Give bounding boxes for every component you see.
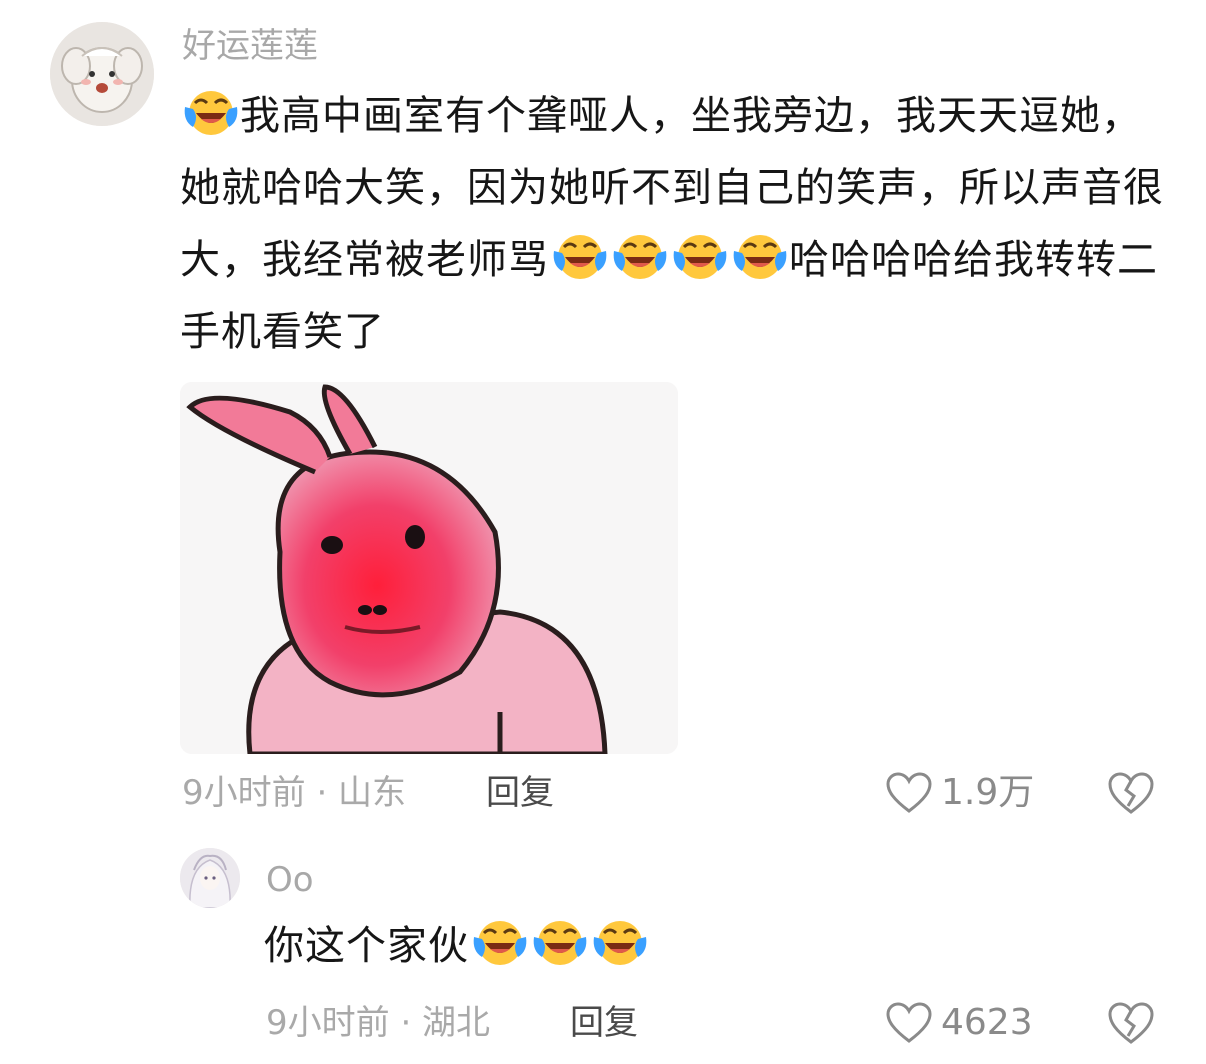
comment-meta: 9小时前 · 湖北 回复 4623 [0, 998, 1206, 1048]
laughing-crying-emoji-icon [670, 231, 728, 283]
laughing-crying-emoji-icon [470, 917, 528, 969]
laughing-crying-emoji-icon [181, 87, 239, 139]
time-location: 9小时前 · 山东 [182, 773, 407, 813]
comment-text: 你这个家伙 [264, 910, 1164, 982]
avatar[interactable] [180, 848, 240, 908]
broken-heart-icon [1108, 772, 1154, 814]
dislike-button[interactable] [1106, 1000, 1156, 1046]
like-count: 1.9万 [941, 772, 1035, 813]
reply-button[interactable]: 回复 [486, 768, 554, 818]
meme-image[interactable] [180, 382, 678, 754]
comment-text-part: 你这个家伙 [264, 923, 469, 969]
reply-button[interactable]: 回复 [570, 998, 638, 1048]
comment-text: 我高中画室有个聋哑人，坐我旁边，我天天逗她，她就哈哈大笑，因为她听不到自己的笑声… [180, 80, 1170, 368]
time-location: 9小时前 · 湖北 [266, 1003, 491, 1043]
laughing-crying-emoji-icon [610, 231, 668, 283]
like-count: 4623 [941, 1002, 1033, 1043]
username[interactable]: 好运莲莲 [182, 26, 318, 66]
like-button[interactable]: 4623 [885, 998, 1033, 1048]
laughing-crying-emoji-icon [550, 231, 608, 283]
avatar[interactable] [50, 22, 154, 126]
heart-icon [886, 772, 932, 813]
meme-picture [180, 382, 678, 754]
laughing-crying-emoji-icon [530, 917, 588, 969]
laughing-crying-emoji-icon [590, 917, 648, 969]
avatar-image [50, 22, 154, 126]
broken-heart-icon [1108, 1002, 1154, 1044]
comment-meta: 9小时前 · 山东 回复 1.9万 [0, 768, 1206, 818]
like-button[interactable]: 1.9万 [885, 768, 1034, 818]
avatar-image [180, 848, 240, 908]
username[interactable]: Oo [266, 860, 314, 900]
laughing-crying-emoji-icon [730, 231, 788, 283]
dislike-button[interactable] [1106, 770, 1156, 816]
heart-icon [886, 1002, 932, 1043]
